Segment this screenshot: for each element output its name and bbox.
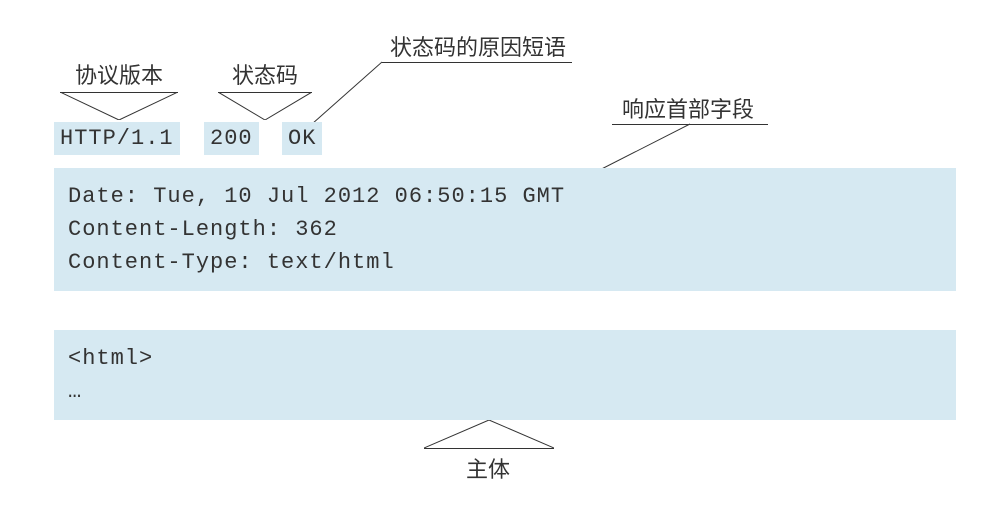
token-protocol-version: HTTP/1.1: [54, 122, 180, 155]
label-reason-phrase: 状态码的原因短语: [390, 30, 566, 62]
bracket-status: [218, 92, 312, 120]
block-body: <html> …: [54, 330, 956, 420]
label-response-headers: 响应首部字段: [622, 92, 754, 124]
bracket-protocol: [60, 92, 178, 120]
label-body: 主体: [466, 452, 510, 484]
bracket-body: [424, 420, 554, 448]
block-headers: Date: Tue, 10 Jul 2012 06:50:15 GMT Cont…: [54, 168, 956, 291]
token-status-code: 200: [204, 122, 259, 155]
underline-reason: [382, 62, 572, 63]
token-reason-phrase: OK: [282, 122, 322, 155]
label-protocol-version: 协议版本: [75, 58, 163, 90]
connector-reason: [312, 62, 392, 124]
label-status-code: 状态码: [232, 58, 298, 90]
underline-body: [424, 448, 554, 449]
